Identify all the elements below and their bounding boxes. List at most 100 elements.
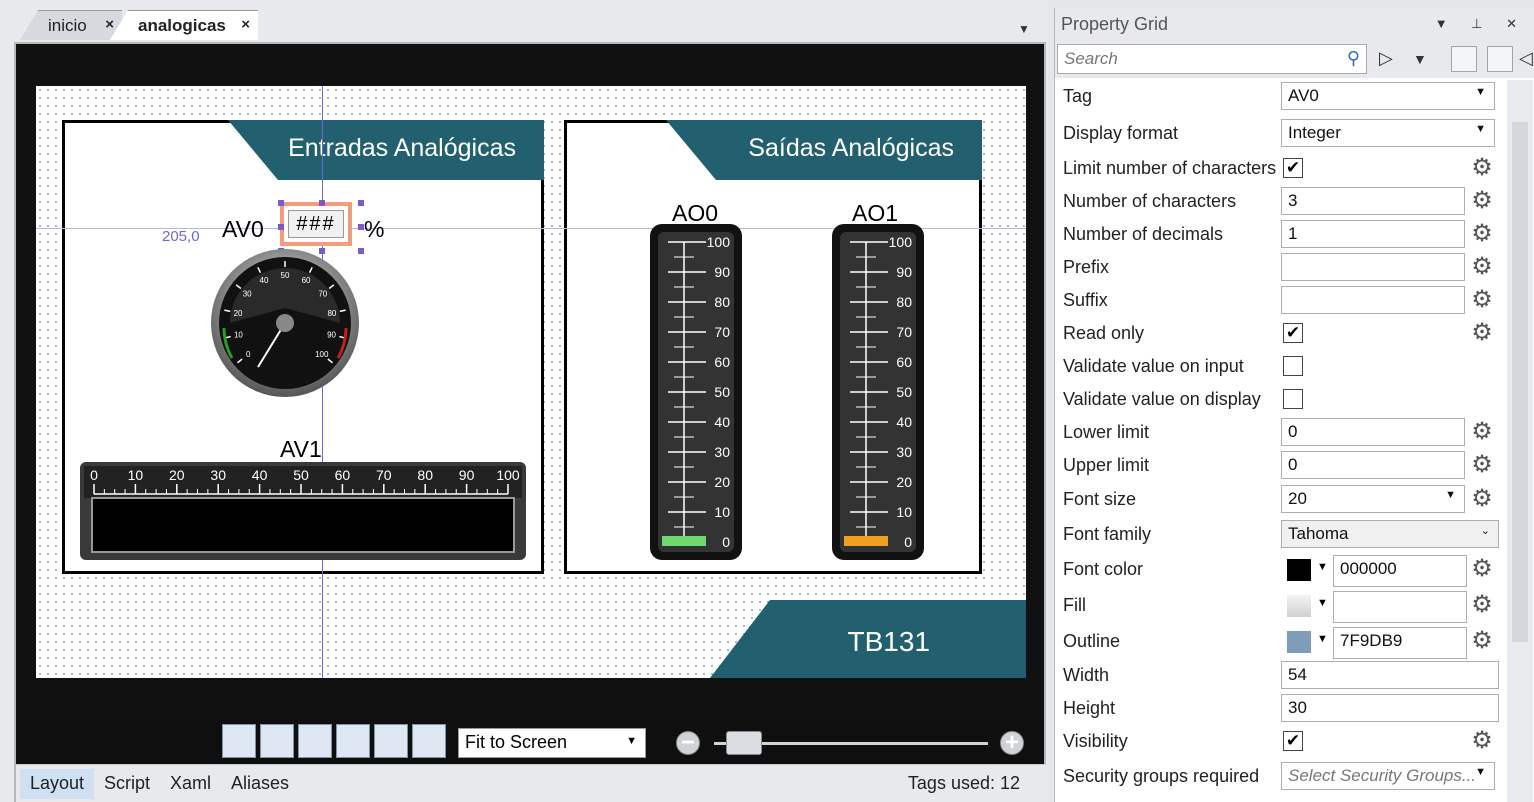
- visibility-checkbox[interactable]: ✔: [1283, 731, 1303, 751]
- gear-icon[interactable]: ⚙: [1469, 188, 1495, 214]
- gauge-tick-label: 50: [281, 271, 290, 280]
- font-color-swatch[interactable]: [1287, 559, 1311, 581]
- property-row-width: Width 54: [1059, 659, 1503, 692]
- tab-aliases[interactable]: Aliases: [221, 769, 299, 799]
- tab-inicio[interactable]: inicio ×: [20, 10, 122, 40]
- zoom-out-button[interactable]: −: [676, 731, 700, 755]
- av0-display-selected[interactable]: ###: [280, 202, 352, 246]
- search-placeholder: Search: [1064, 49, 1118, 68]
- gear-icon[interactable]: ⚙: [1469, 728, 1495, 754]
- gear-icon[interactable]: ⚙: [1469, 254, 1495, 280]
- resize-handle[interactable]: [319, 200, 325, 206]
- number-of-characters-input[interactable]: 3: [1281, 187, 1465, 215]
- width-input[interactable]: 54: [1281, 661, 1499, 689]
- font-family-select[interactable]: Tahoma ⌄: [1281, 520, 1499, 548]
- tab-script[interactable]: Script: [94, 769, 160, 799]
- tab-analogicas[interactable]: analogicas ×: [110, 10, 258, 40]
- gear-icon[interactable]: ⚙: [1469, 592, 1495, 618]
- panel-header-icons[interactable]: ▼ ⊥ ✕: [1435, 16, 1527, 32]
- resize-handle[interactable]: [278, 224, 284, 230]
- tank-tick-label: 20: [714, 474, 730, 490]
- zoom-in-button[interactable]: +: [1000, 731, 1024, 755]
- limit-characters-checkbox[interactable]: ✔: [1283, 158, 1303, 178]
- suffix-input[interactable]: [1281, 286, 1465, 314]
- resize-handle[interactable]: [358, 200, 364, 206]
- categorized-icon[interactable]: [1451, 46, 1477, 72]
- gear-icon[interactable]: ⚙: [1469, 628, 1495, 654]
- chevron-down-icon[interactable]: ▼: [1018, 22, 1030, 36]
- zoom-mode-select[interactable]: Fit to Screen ▼: [458, 728, 646, 758]
- gear-icon[interactable]: ⚙: [1469, 287, 1495, 313]
- close-icon[interactable]: ×: [241, 16, 250, 33]
- panel-title: Property Grid: [1061, 14, 1169, 34]
- gear-icon[interactable]: ⚙: [1469, 419, 1495, 445]
- chevron-down-icon[interactable]: ▼: [1317, 561, 1328, 573]
- font-size-select[interactable]: 20 ▼: [1281, 485, 1465, 513]
- search-icon[interactable]: ⚲: [1347, 48, 1360, 69]
- screen-canvas[interactable]: Entradas Analógicas Saídas Analógicas TB…: [36, 86, 1026, 678]
- chevron-down-icon: ▼: [1445, 489, 1456, 501]
- info-tool-icon[interactable]: [260, 724, 294, 758]
- tag-select[interactable]: AV0 ▼: [1281, 82, 1495, 110]
- read-only-checkbox[interactable]: ✔: [1283, 323, 1303, 343]
- gear-icon[interactable]: ⚙: [1469, 556, 1495, 582]
- property-name: Upper limit: [1063, 455, 1150, 475]
- outline-input[interactable]: 7F9DB9: [1333, 627, 1467, 659]
- display-format-select[interactable]: Integer ▼: [1281, 119, 1495, 147]
- comment-tool-icon[interactable]: [298, 724, 332, 758]
- prefix-input[interactable]: [1281, 253, 1465, 281]
- chevron-down-icon[interactable]: ▼: [1317, 633, 1328, 645]
- gear-icon[interactable]: ⚙: [1469, 452, 1495, 478]
- close-icon[interactable]: ×: [105, 16, 114, 33]
- tab-xaml[interactable]: Xaml: [160, 769, 221, 799]
- bar-tick-label: 40: [252, 467, 268, 483]
- search-input[interactable]: Search ⚲: [1057, 44, 1367, 74]
- window-tool-icon[interactable]: [374, 724, 408, 758]
- play-icon[interactable]: ▷: [1379, 48, 1393, 69]
- upper-limit-input[interactable]: 0: [1281, 451, 1465, 479]
- list-view-icon[interactable]: [1487, 46, 1513, 72]
- gear-icon[interactable]: ⚙: [1469, 155, 1495, 181]
- tank-tick-label: 40: [714, 414, 730, 430]
- tab-layout[interactable]: Layout: [20, 769, 95, 799]
- bar-tick-label: 90: [459, 467, 475, 483]
- fill-swatch[interactable]: [1287, 595, 1311, 617]
- bar-tick-label: 10: [128, 467, 144, 483]
- property-grid-scrollbar[interactable]: [1507, 80, 1533, 802]
- select-tool-icon[interactable]: [222, 724, 256, 758]
- number-of-decimals-input[interactable]: 1: [1281, 220, 1465, 248]
- lower-limit-input[interactable]: 0: [1281, 418, 1465, 446]
- outline-swatch[interactable]: [1287, 631, 1311, 653]
- security-groups-select[interactable]: Select Security Groups... ▼: [1281, 762, 1495, 790]
- ao0-level-fill: [662, 536, 706, 546]
- bar-tick-label: 80: [417, 467, 433, 483]
- chevron-down-icon[interactable]: ▼: [1317, 597, 1328, 609]
- property-name: Limit number of characters: [1063, 158, 1277, 178]
- gear-icon[interactable]: ⚙: [1469, 320, 1495, 346]
- resize-handle[interactable]: [278, 200, 284, 206]
- height-input[interactable]: 30: [1281, 694, 1499, 722]
- gear-icon[interactable]: ⚙: [1469, 486, 1495, 512]
- validate-input-checkbox[interactable]: [1283, 356, 1303, 376]
- av0-gauge[interactable]: 0 10 20 30 40 50 60 70 80 90 100: [210, 248, 360, 398]
- tab-label: inicio: [48, 16, 87, 35]
- ao0-tank[interactable]: 1009080706050403020100: [650, 224, 744, 562]
- property-name: Number of decimals: [1063, 224, 1224, 244]
- gauge-tick-label: 30: [243, 289, 252, 298]
- property-name: Security groups required: [1063, 766, 1260, 786]
- resize-tool-icon[interactable]: [412, 724, 446, 758]
- tank-tick-label: 80: [714, 294, 730, 310]
- text-tool-icon[interactable]: [336, 724, 370, 758]
- scrollbar-thumb[interactable]: [1512, 122, 1528, 642]
- property-row-suffix: Suffix ⚙: [1059, 284, 1503, 317]
- validate-display-checkbox[interactable]: [1283, 389, 1303, 409]
- font-color-input[interactable]: 000000: [1333, 555, 1467, 587]
- ao1-tank[interactable]: 1009080706050403020100: [832, 224, 926, 562]
- gear-icon[interactable]: ⚙: [1469, 221, 1495, 247]
- fill-input[interactable]: [1333, 591, 1467, 623]
- collapse-icon[interactable]: ◁: [1519, 48, 1533, 69]
- chevron-down-icon[interactable]: ▼: [1413, 51, 1427, 67]
- property-name: Outline: [1063, 631, 1121, 651]
- zoom-slider-thumb[interactable]: [726, 731, 762, 755]
- av1-bar-meter[interactable]: 0 10 20 30 40 50 60 70 80 90 100: [80, 462, 526, 562]
